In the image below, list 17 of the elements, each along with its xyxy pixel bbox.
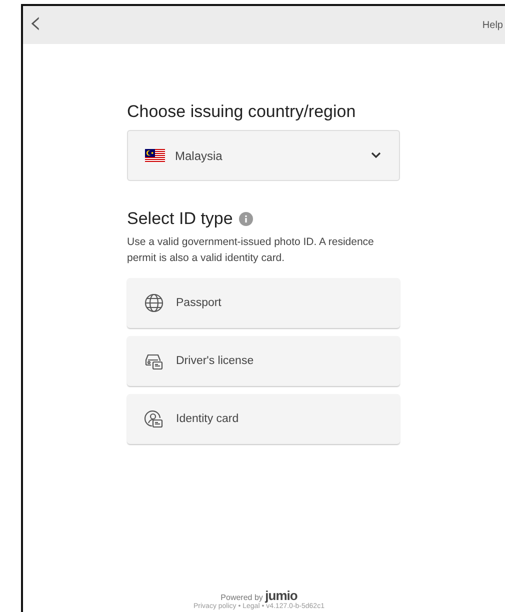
country-value: Malaysia [175, 148, 224, 162]
id-type-description: Use a valid government-issued photo ID. A residence permit is also a valid identity card. [127, 235, 375, 266]
brand-logo: jumio [265, 588, 298, 603]
person-card-icon [144, 409, 164, 429]
help-link[interactable]: Help [482, 20, 505, 30]
id-type-heading: Select ID type [127, 209, 233, 229]
id-type-option[interactable]: Driver's license [127, 336, 400, 386]
country-heading: Choose issuing country/region [127, 102, 357, 122]
info-icon[interactable] [238, 212, 253, 226]
id-type-option[interactable]: Passport [127, 278, 400, 328]
id-type-option[interactable]: Identity card [127, 394, 400, 444]
globe-icon [144, 293, 164, 313]
chevron-down-icon [371, 152, 381, 159]
back-button[interactable]: ‹ [23, 6, 48, 38]
powered-by-text: Powered by [220, 593, 263, 602]
country-dropdown[interactable]: Malaysia [127, 130, 400, 181]
flag-icon [145, 148, 165, 162]
